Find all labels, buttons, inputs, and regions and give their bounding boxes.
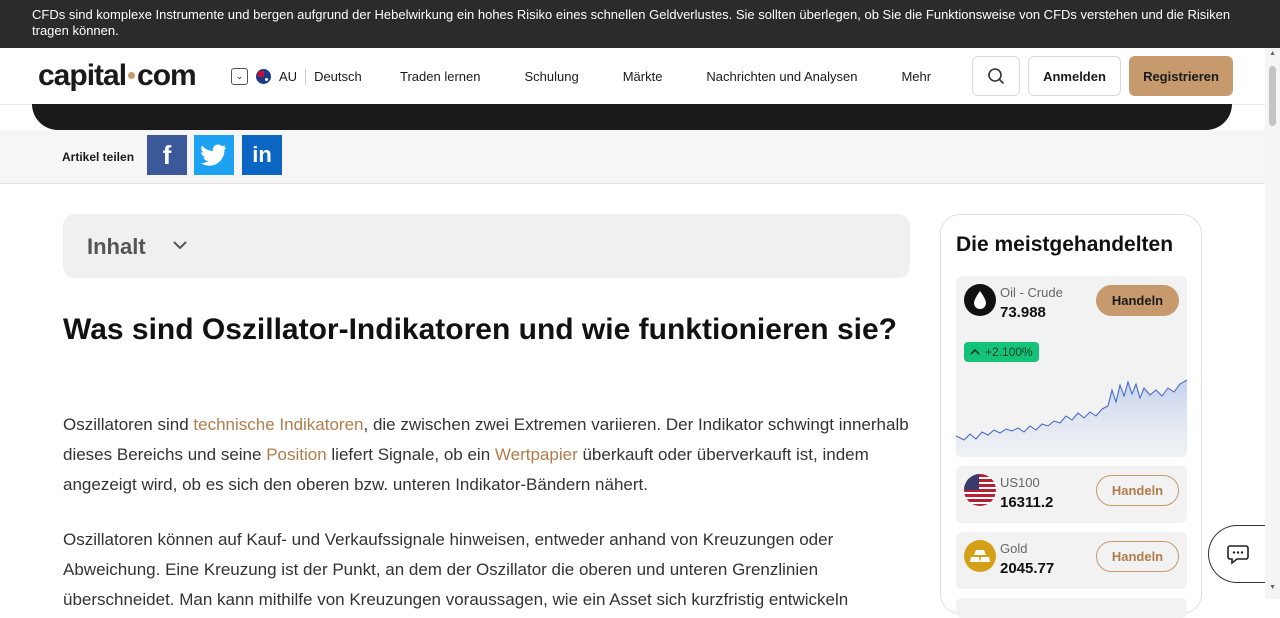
table-of-contents-toggle[interactable]: Inhalt xyxy=(63,214,910,278)
hero-section-bottom xyxy=(32,104,1232,130)
search-button[interactable] xyxy=(972,56,1020,96)
nav-item-schulung[interactable]: Schulung xyxy=(502,69,600,84)
login-button[interactable]: Anmelden xyxy=(1028,56,1121,96)
asset-price: 16311.2 xyxy=(1000,494,1054,511)
asset-price: 2045.77 xyxy=(1000,560,1055,577)
link-technische-indikatoren[interactable]: technische Indikatoren xyxy=(193,415,363,434)
asset-card-gold[interactable]: Gold 2045.77 Handeln xyxy=(956,532,1187,589)
logo-dot xyxy=(128,72,136,79)
top-navbar: capital com ⌄ AU Deutsch Traden lernen Sc… xyxy=(0,48,1280,105)
share-facebook-button[interactable]: f xyxy=(147,135,187,175)
asset-name: Oil - Crude xyxy=(1000,285,1063,300)
price-sparkline xyxy=(956,379,1187,457)
nav-item-mehr[interactable]: Mehr xyxy=(879,69,953,84)
text-segment: Oszillatoren sind xyxy=(63,415,194,434)
trade-button[interactable]: Handeln xyxy=(1096,475,1179,506)
gold-bars-icon xyxy=(964,540,996,572)
chat-bubble-icon xyxy=(1226,545,1249,565)
widget-title: Die meistgehandelten xyxy=(956,233,1174,256)
chevron-down-icon: ⌄ xyxy=(231,68,248,85)
asset-card-us100[interactable]: US100 16311.2 Handeln xyxy=(956,466,1187,523)
share-linkedin-button[interactable]: in xyxy=(242,135,282,175)
asset-price: 73.988 xyxy=(1000,304,1046,321)
page-scrollbar[interactable] xyxy=(1265,48,1280,599)
nav-item-nachrichten[interactable]: Nachrichten und Analysen xyxy=(684,69,879,84)
language-label: Deutsch xyxy=(314,69,362,84)
link-wertpapier[interactable]: Wertpapier xyxy=(495,445,578,464)
logo-text-left: capital xyxy=(38,59,127,92)
trade-button[interactable]: Handeln xyxy=(1096,541,1179,572)
scroll-up-arrow-icon[interactable]: ▲ xyxy=(1269,50,1276,57)
nav-item-traden-lernen[interactable]: Traden lernen xyxy=(378,69,502,84)
most-traded-widget: Die meistgehandelten Oil - Crude 73.988 … xyxy=(940,214,1202,618)
nav-item-maerkte[interactable]: Märkte xyxy=(601,69,685,84)
change-value: +2.100% xyxy=(985,345,1033,359)
capital-com-logo[interactable]: capital com xyxy=(38,59,197,93)
toc-label: Inhalt xyxy=(87,234,146,259)
region-language-selector[interactable]: ⌄ AU Deutsch xyxy=(231,68,362,85)
live-chat-button[interactable] xyxy=(1208,525,1266,583)
main-nav: Traden lernen Schulung Märkte Nachrichte… xyxy=(378,48,953,105)
asset-card-partial[interactable] xyxy=(956,598,1187,618)
asset-card-oil[interactable]: Oil - Crude 73.988 Handeln +2.100% xyxy=(956,276,1187,457)
risk-warning-text: CFDs sind komplexe Instrumente und berge… xyxy=(32,7,1231,38)
oil-drop-icon xyxy=(964,284,996,316)
share-label: Artikel teilen xyxy=(62,150,135,164)
text-segment: liefert Signale, ob ein xyxy=(326,445,495,464)
logo-text-right: com xyxy=(137,59,197,92)
trade-button[interactable]: Handeln xyxy=(1096,285,1179,316)
scrollbar-thumb[interactable] xyxy=(1269,66,1276,126)
us-flag-icon xyxy=(964,474,996,506)
region-code: AU xyxy=(279,69,298,84)
arrow-up-icon xyxy=(970,348,980,355)
scroll-down-arrow-icon[interactable]: ▼ xyxy=(1269,584,1276,591)
article-title: Was sind Oszillator-Indikatoren und wie … xyxy=(63,313,897,346)
twitter-icon xyxy=(201,144,226,166)
article-paragraph-1: Oszillatoren sind technische Indikatoren… xyxy=(63,410,913,500)
change-badge: +2.100% xyxy=(964,342,1039,362)
facebook-icon: f xyxy=(162,139,172,170)
region-divider xyxy=(305,68,307,85)
australia-flag-icon xyxy=(256,69,271,84)
share-twitter-button[interactable] xyxy=(194,135,234,175)
linkedin-icon: in xyxy=(252,142,272,167)
register-button[interactable]: Registrieren xyxy=(1129,56,1233,96)
chevron-down-icon xyxy=(173,241,187,250)
asset-name: US100 xyxy=(1000,475,1040,490)
link-position[interactable]: Position xyxy=(266,445,326,464)
article-paragraph-2: Oszillatoren können auf Kauf- und Verkau… xyxy=(63,530,849,609)
risk-warning-banner: CFDs sind komplexe Instrumente und berge… xyxy=(0,0,1280,48)
asset-name: Gold xyxy=(1000,541,1028,556)
search-icon xyxy=(988,68,1005,85)
share-bar: Artikel teilen f in xyxy=(0,130,1265,184)
